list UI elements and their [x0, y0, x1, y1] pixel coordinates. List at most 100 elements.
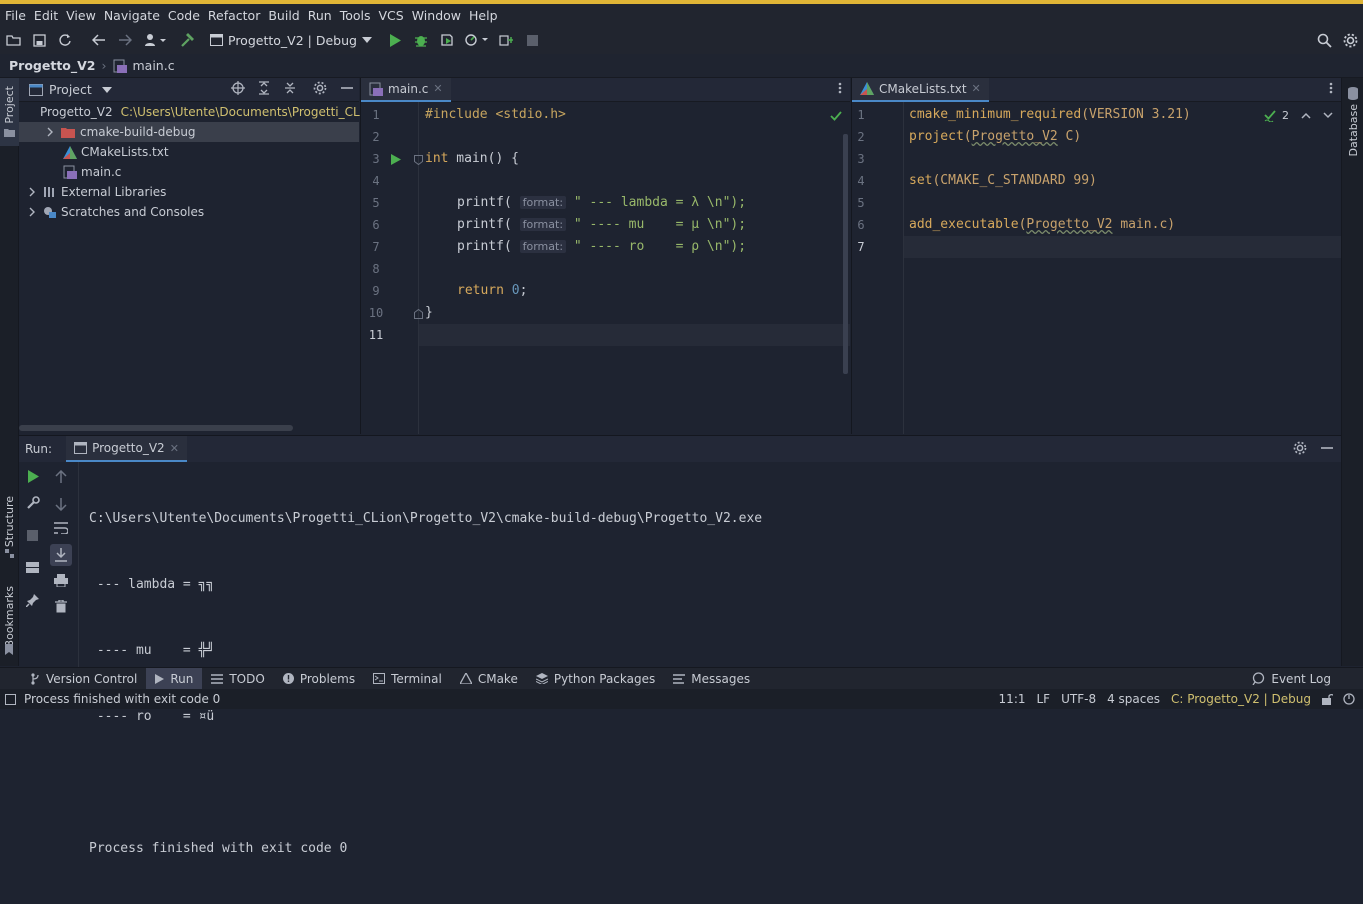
status-message[interactable]: Process finished with exit code 0	[24, 692, 220, 706]
cmake-line-2[interactable]: project(Progetto_V2 C)	[909, 129, 1081, 144]
chevron-down-icon[interactable]	[1323, 112, 1333, 119]
tree-item-main-c[interactable]: main.c	[19, 162, 359, 182]
forward-icon[interactable]	[112, 28, 138, 52]
cmake-line-6[interactable]: add_executable(Progetto_V2 main.c)	[909, 217, 1175, 232]
chevron-right-icon[interactable]	[27, 187, 37, 197]
code-line-5[interactable]: printf( format: " --- lambda = λ \n");	[457, 195, 746, 210]
memory-indicator-icon[interactable]	[1343, 693, 1355, 705]
locate-target-icon[interactable]	[231, 81, 245, 98]
expand-all-icon[interactable]	[257, 81, 271, 98]
menu-edit[interactable]: Edit	[33, 8, 65, 23]
tree-item-scratches[interactable]: Scratches and Consoles	[19, 202, 359, 222]
code-line-3[interactable]: int main() {	[425, 151, 519, 166]
cmake-line-1[interactable]: cmake_minimum_required(VERSION 3.21)	[909, 107, 1191, 122]
close-tab-icon[interactable]: ✕	[433, 82, 442, 95]
project-panel-title[interactable]: Project	[49, 82, 92, 97]
menu-navigate[interactable]: Navigate	[103, 8, 167, 23]
back-icon[interactable]	[86, 28, 112, 52]
vertical-scrollbar[interactable]	[843, 134, 848, 374]
run-settings-gear-icon[interactable]	[1293, 441, 1307, 458]
chevron-up-icon[interactable]	[1301, 112, 1311, 119]
tool-tab-todo[interactable]: TODO	[202, 668, 273, 690]
code-line-9[interactable]: return 0;	[457, 283, 527, 298]
print-icon[interactable]	[54, 574, 68, 590]
tool-tab-version-control[interactable]: Version Control	[0, 668, 146, 690]
code-line-1[interactable]: #include <stdio.h>	[425, 107, 566, 122]
menu-run[interactable]: Run	[307, 8, 339, 23]
sync-icon[interactable]	[52, 28, 78, 52]
tab-cmakelists[interactable]: CMakeLists.txt ✕	[852, 77, 989, 102]
tree-item-cmakelists[interactable]: CMakeLists.txt	[19, 142, 359, 162]
coverage-icon[interactable]	[434, 28, 460, 52]
chevron-right-icon[interactable]	[45, 127, 55, 137]
tool-tab-run[interactable]: Run	[146, 667, 203, 690]
more-options-icon[interactable]	[1329, 82, 1333, 97]
line-separator[interactable]: LF	[1037, 692, 1051, 706]
close-tab-icon[interactable]: ✕	[972, 82, 981, 95]
cmake-line-4[interactable]: set(CMAKE_C_STANDARD 99)	[909, 173, 1097, 188]
user-dropdown-icon[interactable]	[138, 28, 174, 52]
more-options-icon[interactable]	[838, 82, 842, 97]
tool-tab-terminal[interactable]: Terminal	[364, 668, 451, 690]
run-configuration-selector[interactable]: Progetto_V2 | Debug	[204, 29, 378, 51]
structure-tool-window-tab[interactable]: Structure	[3, 496, 16, 547]
save-icon[interactable]	[26, 28, 52, 52]
close-tab-icon[interactable]: ✕	[170, 442, 179, 455]
menu-help[interactable]: Help	[468, 8, 505, 23]
fold-marker-icon[interactable]	[414, 309, 423, 319]
trash-icon[interactable]	[55, 599, 67, 616]
settings-gear-icon[interactable]	[1337, 28, 1363, 52]
open-folder-icon[interactable]	[0, 28, 26, 52]
debug-bug-icon[interactable]	[408, 28, 434, 52]
menu-refactor[interactable]: Refactor	[207, 8, 267, 23]
minimize-panel-icon[interactable]	[1321, 442, 1333, 457]
tree-item-cmake-build-debug[interactable]: cmake-build-debug	[19, 122, 359, 142]
panel-toggle-icon[interactable]	[5, 693, 16, 705]
tool-tab-messages[interactable]: Messages	[664, 668, 759, 690]
search-icon[interactable]	[1311, 28, 1337, 52]
scroll-up-icon[interactable]	[55, 469, 67, 486]
horizontal-scrollbar[interactable]	[19, 425, 293, 431]
tool-tab-python-packages[interactable]: Python Packages	[527, 668, 664, 690]
resolve-context[interactable]: C: Progetto_V2 | Debug	[1171, 692, 1311, 706]
tree-item-external-libraries[interactable]: External Libraries	[19, 182, 359, 202]
stop-icon[interactable]	[520, 28, 546, 52]
menu-window[interactable]: Window	[411, 8, 468, 23]
inspection-widget[interactable]: 2	[1264, 109, 1333, 122]
minimize-panel-icon[interactable]	[341, 82, 353, 97]
tree-item-root[interactable]: Progetto_V2 C:\Users\Utente\Documents\Pr…	[19, 102, 378, 122]
collapse-all-icon[interactable]	[283, 81, 297, 98]
panel-options-gear-icon[interactable]	[313, 81, 327, 98]
database-tool-window-tab[interactable]: Database	[1347, 104, 1360, 157]
scroll-down-icon[interactable]	[55, 498, 67, 514]
soft-wrap-icon[interactable]	[54, 522, 69, 537]
tab-main-c[interactable]: main.c ✕	[361, 77, 451, 102]
attach-process-icon[interactable]	[494, 28, 520, 52]
menu-build[interactable]: Build	[267, 8, 306, 23]
fold-marker-icon[interactable]	[414, 155, 423, 165]
code-line-10[interactable]: }	[425, 305, 433, 320]
scroll-to-end-toggle[interactable]	[50, 544, 72, 566]
pin-icon[interactable]	[25, 594, 39, 610]
caret-position[interactable]: 11:1	[999, 692, 1026, 706]
tool-tab-event-log[interactable]: Event Log	[1243, 668, 1363, 690]
menu-file[interactable]: File	[4, 8, 33, 23]
chevron-right-icon[interactable]	[27, 207, 37, 217]
run-tab-progetto[interactable]: Progetto_V2 ✕	[66, 436, 187, 462]
no-problems-check-icon[interactable]	[830, 111, 842, 121]
menu-vcs[interactable]: VCS	[378, 8, 411, 23]
unlock-icon[interactable]	[1321, 693, 1333, 705]
indent-setting[interactable]: 4 spaces	[1107, 692, 1160, 706]
run-gutter-icon[interactable]	[391, 154, 401, 165]
menu-code[interactable]: Code	[167, 8, 207, 23]
stop-icon[interactable]	[27, 530, 38, 544]
code-line-7[interactable]: printf( format: " ---- ro = ρ \n");	[457, 239, 746, 254]
file-encoding[interactable]: UTF-8	[1061, 692, 1096, 706]
layout-icon[interactable]	[26, 562, 39, 576]
rerun-icon[interactable]	[27, 470, 39, 486]
menu-tools[interactable]: Tools	[339, 8, 378, 23]
profiler-dropdown-icon[interactable]	[460, 28, 494, 52]
code-line-6[interactable]: printf( format: " ---- mu = μ \n");	[457, 217, 746, 232]
build-hammer-icon[interactable]	[174, 28, 200, 52]
project-tool-window-tab[interactable]: Project	[3, 86, 16, 124]
